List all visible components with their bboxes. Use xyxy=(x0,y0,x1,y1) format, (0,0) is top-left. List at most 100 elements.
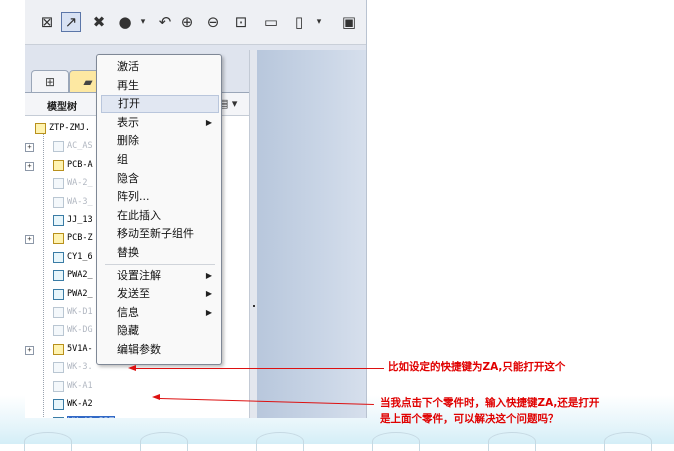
menu-separator xyxy=(105,263,215,265)
menu-item-label: 在此插入 xyxy=(117,208,161,222)
annotation-arrowhead-1 xyxy=(128,365,136,371)
menu-item[interactable]: 激活 xyxy=(101,58,217,76)
tree-node-label: WK-D1 xyxy=(67,307,93,317)
expand-icon[interactable]: + xyxy=(25,143,34,153)
assembly-icon xyxy=(53,159,64,171)
view-icon[interactable]: ▭ xyxy=(261,12,281,32)
decorative-swirl xyxy=(256,432,304,451)
model-tree-title: 模型树 xyxy=(47,102,77,113)
part-icon xyxy=(53,362,64,374)
tree-node-label: WK-A1 xyxy=(67,380,93,391)
decorative-swirl xyxy=(372,432,420,451)
save-icon[interactable]: ▣ xyxy=(339,12,359,32)
part-icon xyxy=(53,417,64,418)
folder-icon: ▰ xyxy=(83,75,93,89)
refit-icon[interactable]: ⊡ xyxy=(231,12,251,32)
menu-item-label: 移动至新子组件 xyxy=(117,227,194,241)
assembly-icon xyxy=(53,233,64,245)
zoom-out-icon[interactable]: ⊖ xyxy=(203,12,223,32)
datum-dropdown-icon[interactable]: ▾ xyxy=(309,12,329,32)
graphics-window[interactable] xyxy=(257,50,366,418)
tree-row[interactable]: WK-A3.PRT xyxy=(25,416,249,418)
tree-node-label: JJ_13 xyxy=(67,215,93,225)
menu-item-label: 打开 xyxy=(118,97,140,111)
part-icon xyxy=(53,399,64,410)
tree-node-label: CY1_6 xyxy=(67,251,93,262)
shading-dropdown-icon[interactable]: ▾ xyxy=(133,12,153,32)
menu-item[interactable]: 打开 xyxy=(101,95,219,114)
part-icon xyxy=(53,215,64,226)
decorative-swirl xyxy=(24,432,72,451)
annotation-arrowhead-2 xyxy=(152,394,160,400)
part-icon xyxy=(53,251,64,263)
select-icon[interactable]: ↗ xyxy=(61,12,81,32)
menu-item[interactable]: 再生 xyxy=(101,77,217,95)
tree-node-label: WK-A3.PRT xyxy=(67,416,116,418)
menu-item[interactable]: 隐藏 xyxy=(101,322,217,340)
menu-item-label: 发送至 xyxy=(117,287,150,301)
submenu-arrow-icon: ▶ xyxy=(205,289,212,299)
part-icon xyxy=(53,288,64,300)
menu-item-label: 删除 xyxy=(117,134,139,148)
menu-item-label: 隐含 xyxy=(117,171,139,185)
expand-icon[interactable]: + xyxy=(25,345,34,355)
annotation-arrow-1 xyxy=(136,368,384,369)
expand-icon[interactable]: + xyxy=(25,161,34,171)
toolbar: ⊠ ↗ ✖ ● ▾ ↶ ⊕ ⊖ ⊡ ▭ ▯ ▾ ▣ xyxy=(25,0,366,45)
menu-item[interactable]: 组 xyxy=(101,151,217,169)
tree-node-label: WK-DG xyxy=(67,325,93,336)
menu-item[interactable]: 隐含 xyxy=(101,170,217,188)
datum-icon[interactable]: ▯ xyxy=(289,12,309,32)
tree-node-label: WA-3_ xyxy=(67,196,93,207)
context-menu: 激活 再生 打开 表示 ▶ 删除组隐含 阵列... 在此插入 移动至新子组件 替换 设置注解 ▶ 发送至… xyxy=(96,54,222,365)
decorative-swirl xyxy=(140,432,188,451)
menu-item-label: 隐藏 xyxy=(117,324,139,338)
menu-item-label: 再生 xyxy=(117,78,139,92)
undo-icon[interactable]: ↶ xyxy=(155,12,175,32)
assembly-icon xyxy=(53,343,64,355)
tree-guide-line xyxy=(43,134,44,418)
menu-item-label: 信息 xyxy=(117,305,139,319)
annotation-note-1: 比如设定的快捷键为ZA,只能打开这个 xyxy=(388,361,566,373)
decorative-swirl xyxy=(488,432,536,451)
assembly-icon xyxy=(35,123,46,134)
hammer-icon[interactable]: ✖ xyxy=(89,12,109,32)
model-tree-icon: ⊞ xyxy=(44,75,56,89)
tree-node-label: ZTP-ZMJ. xyxy=(49,123,90,133)
tree-node-label: WK-3. xyxy=(67,362,93,373)
sketch-icon[interactable]: ⊠ xyxy=(37,12,57,32)
annotation-note-2-line2: 是上面个零件，可以解决这个问题吗？ xyxy=(380,413,559,425)
submenu-arrow-icon: ▶ xyxy=(205,307,212,317)
menu-item-label: 组 xyxy=(117,153,128,166)
part-icon xyxy=(53,307,64,318)
expand-icon[interactable]: + xyxy=(25,235,34,245)
menu-item[interactable]: 阵列... xyxy=(101,188,217,206)
menu-item-label: 激活 xyxy=(117,60,139,73)
menu-item-label: 表示 xyxy=(117,115,139,129)
tree-node-label: WK-A2 xyxy=(67,399,93,409)
part-icon xyxy=(53,141,64,153)
menu-item[interactable]: 替换 xyxy=(101,244,217,262)
tree-node-label: AC_AS xyxy=(67,141,93,152)
menu-item[interactable]: 设置注解 ▶ xyxy=(101,267,217,285)
shading-icon[interactable]: ● xyxy=(115,12,135,32)
zoom-in-icon[interactable]: ⊕ xyxy=(177,12,197,32)
model-tree-tab[interactable]: ⊞ xyxy=(31,70,69,93)
part-icon xyxy=(53,380,64,392)
submenu-arrow-icon: ▶ xyxy=(205,117,212,127)
tree-row[interactable]: WK-A1 xyxy=(25,380,249,393)
menu-item[interactable]: 表示 ▶ xyxy=(101,114,217,132)
menu-item-label: 阵列... xyxy=(117,190,150,204)
annotation-note-2-line1: 当我点击下个零件时，输入快捷键ZA,还是打开 xyxy=(380,397,600,409)
part-icon xyxy=(53,178,64,190)
tree-node-label: WA-2_ xyxy=(67,178,93,189)
menu-item[interactable]: 信息 ▶ xyxy=(101,304,217,322)
menu-item[interactable]: 发送至 ▶ xyxy=(101,285,217,303)
tree-node-label: PCB-Z xyxy=(67,233,93,244)
menu-item[interactable]: 在此插入 xyxy=(101,207,217,225)
menu-item[interactable]: 编辑参数 xyxy=(101,341,217,359)
tree-node-label: PWA2_ xyxy=(67,288,93,299)
menu-item[interactable]: 删除 xyxy=(101,132,217,150)
menu-item[interactable]: 移动至新子组件 xyxy=(101,225,217,243)
menu-item-label: 替换 xyxy=(117,246,139,259)
